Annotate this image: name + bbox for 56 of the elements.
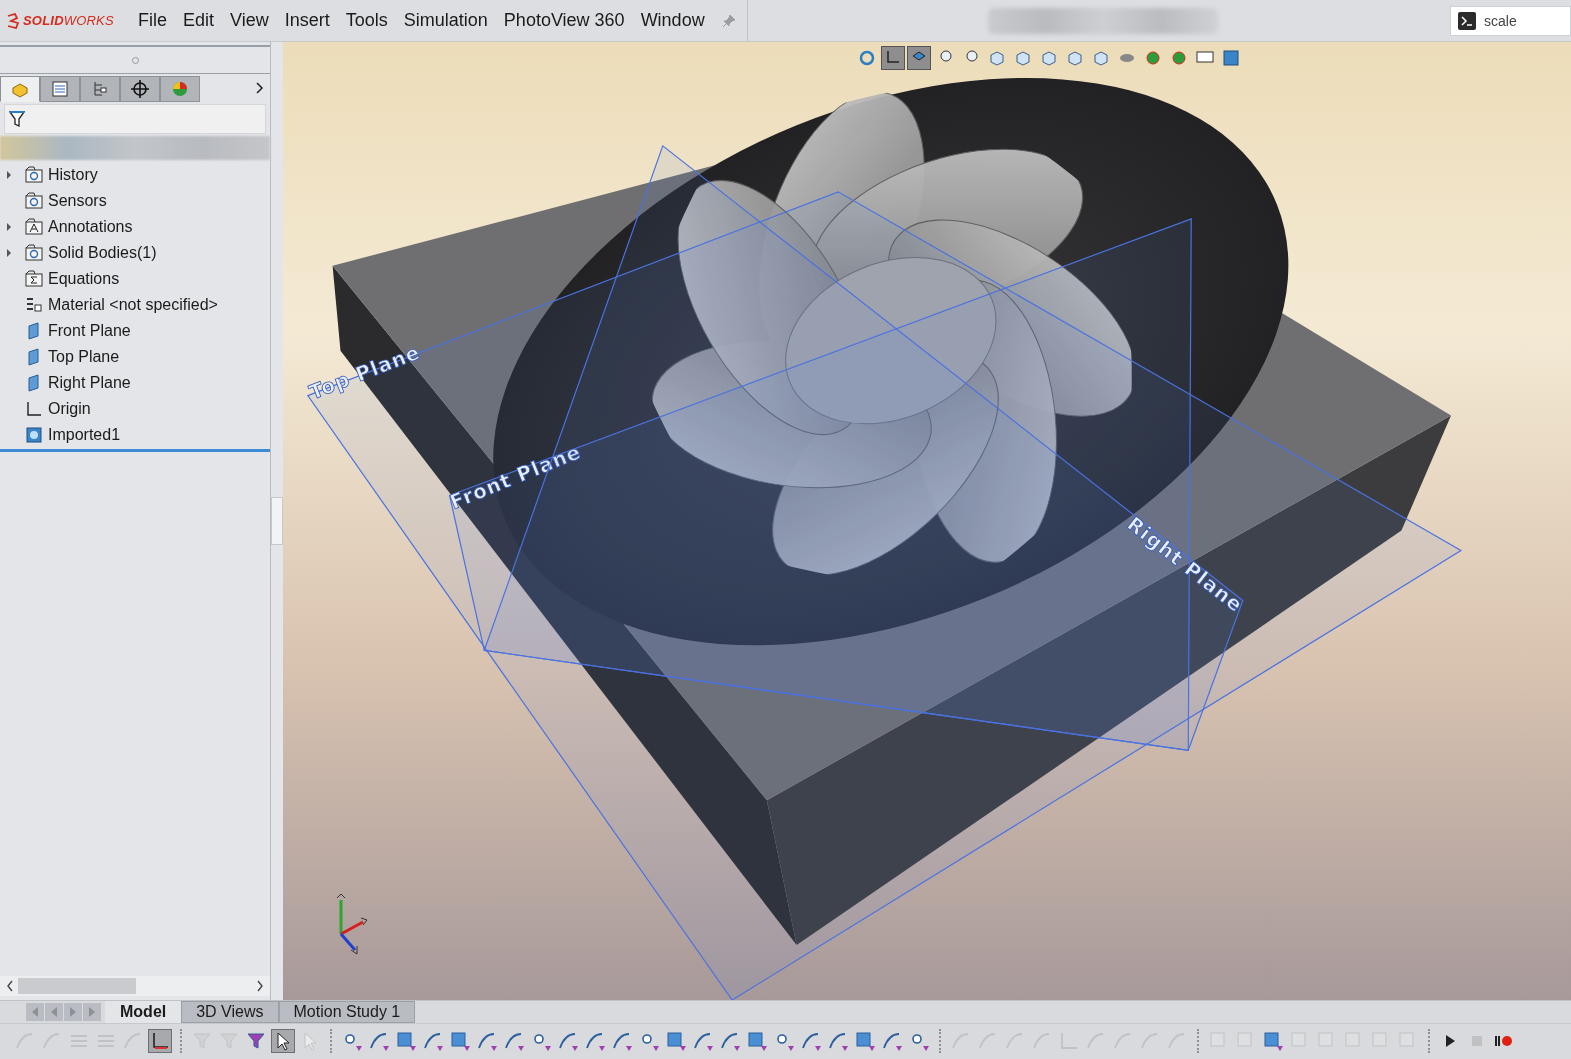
equations-icon (25, 270, 43, 288)
tree-item[interactable]: Material <not specified> (0, 292, 270, 318)
expand-arrow-icon[interactable] (6, 223, 12, 231)
menu-item[interactable]: Edit (183, 10, 215, 31)
face-icon[interactable] (395, 1030, 417, 1052)
menu-item[interactable]: Window (640, 10, 705, 31)
expand-arrow-icon[interactable] (6, 171, 12, 179)
bottom-tab[interactable]: Model (105, 1001, 182, 1023)
dim-tab-icon (130, 79, 150, 99)
pin-icon[interactable] (720, 12, 737, 29)
menu-item[interactable]: Tools (345, 10, 388, 31)
search-field[interactable]: scale (1450, 5, 1571, 36)
material-icon (25, 296, 43, 314)
face-icon[interactable] (854, 1030, 876, 1052)
property-tab-icon (50, 79, 70, 99)
face-icon[interactable] (665, 1030, 687, 1052)
tree-item[interactable]: Solid Bodies(1) (0, 240, 270, 266)
scroll-left-icon[interactable] (6, 980, 14, 992)
tree-item[interactable]: Right Plane (0, 370, 270, 396)
menu-item[interactable]: Insert (284, 10, 330, 31)
tree-item[interactable]: Sensors (0, 188, 270, 214)
bottom-tab[interactable]: 3D Views (181, 1001, 279, 1023)
bottom-tab[interactable]: Motion Study 1 (278, 1001, 416, 1023)
annotations-icon (25, 218, 43, 236)
tree-item[interactable]: Top Plane (0, 344, 270, 370)
origin-icon (25, 400, 43, 418)
scroll-right-icon[interactable] (256, 980, 264, 992)
cursor-icon[interactable] (272, 1030, 294, 1052)
filter-field[interactable] (4, 104, 266, 134)
history-icon (25, 166, 43, 184)
sensors-icon (25, 192, 43, 210)
menu-item[interactable]: Simulation (403, 10, 488, 31)
display-tab-icon (170, 79, 190, 99)
axes-icon[interactable] (149, 1030, 171, 1052)
tree-item[interactable]: Equations (0, 266, 270, 292)
panel-collapse-handle[interactable] (271, 497, 283, 545)
filter-icon (9, 110, 25, 128)
tree-item[interactable]: Front Plane (0, 318, 270, 344)
app-name: SOLIDWORKS (23, 13, 114, 28)
menu-item[interactable]: File (138, 10, 167, 31)
menu-item[interactable]: View (230, 10, 269, 31)
part-icon (25, 426, 43, 444)
bodies-icon (25, 244, 43, 262)
chevron-right-icon[interactable] (254, 81, 264, 95)
logo-icon (6, 12, 20, 29)
tree-item[interactable]: History (0, 162, 270, 188)
tree-item[interactable]: Imported1 (0, 422, 270, 448)
funnel-icon[interactable] (245, 1030, 267, 1052)
expand-arrow-icon[interactable] (6, 249, 12, 257)
panel-tab[interactable] (120, 76, 160, 102)
plane-label: Top Plane (306, 340, 424, 405)
panel-tab[interactable] (40, 76, 80, 102)
menu-item[interactable]: PhotoView 360 (503, 10, 625, 31)
tree-item[interactable]: Annotations (0, 214, 270, 240)
scrollbar-thumb[interactable] (18, 978, 136, 994)
tree-item[interactable]: Origin (0, 396, 270, 422)
